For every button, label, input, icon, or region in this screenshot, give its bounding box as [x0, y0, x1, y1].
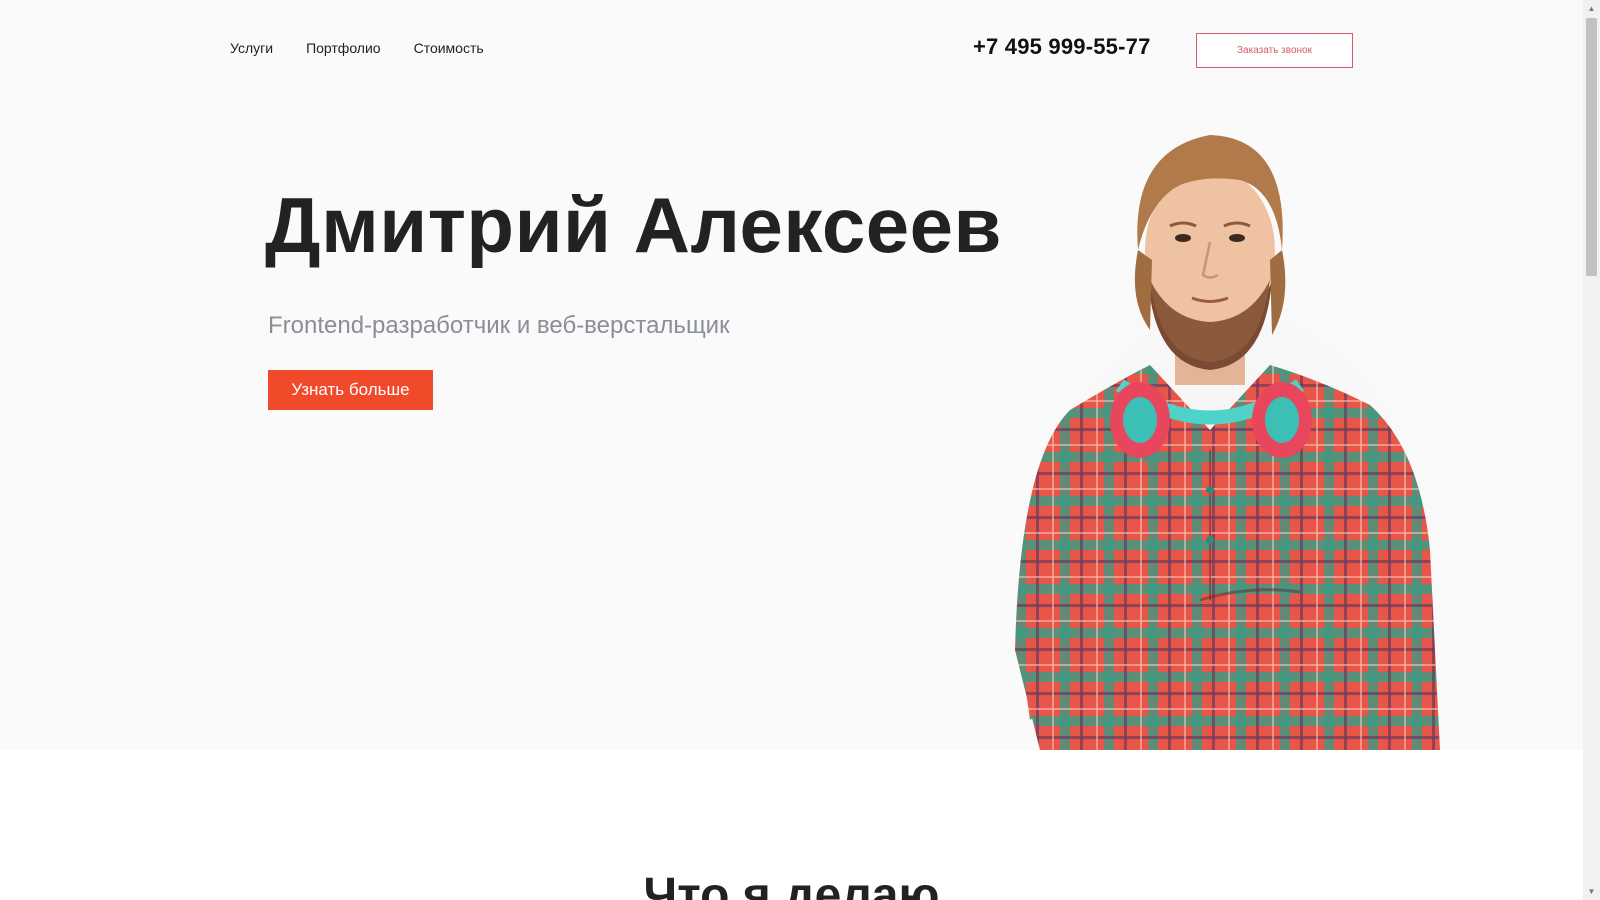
nav-item-portfolio[interactable]: Портфолио: [306, 40, 381, 56]
section-title: Что я делаю: [643, 869, 940, 900]
main-nav: Услуги Портфолио Стоимость: [230, 40, 484, 56]
phone-number[interactable]: +7 495 999-55-77: [973, 34, 1151, 60]
hero-section: Услуги Портфолио Стоимость +7 495 999-55…: [0, 0, 1583, 750]
portrait-photo: [1000, 135, 1460, 750]
hero-subtitle: Frontend-разработчик и веб-верстальщик: [268, 312, 730, 339]
scrollbar-thumb[interactable]: [1586, 18, 1597, 276]
hero-title: Дмитрий Алексеев: [265, 181, 1002, 269]
nav-item-pricing[interactable]: Стоимость: [414, 40, 484, 56]
vertical-scrollbar[interactable]: ▲ ▼: [1583, 0, 1600, 900]
learn-more-button[interactable]: Узнать больше: [268, 370, 433, 410]
chevron-down-icon[interactable]: ▼: [1583, 883, 1600, 900]
chevron-up-icon[interactable]: ▲: [1583, 0, 1600, 17]
callback-button[interactable]: Заказать звонок: [1196, 33, 1353, 68]
nav-item-services[interactable]: Услуги: [230, 40, 273, 56]
